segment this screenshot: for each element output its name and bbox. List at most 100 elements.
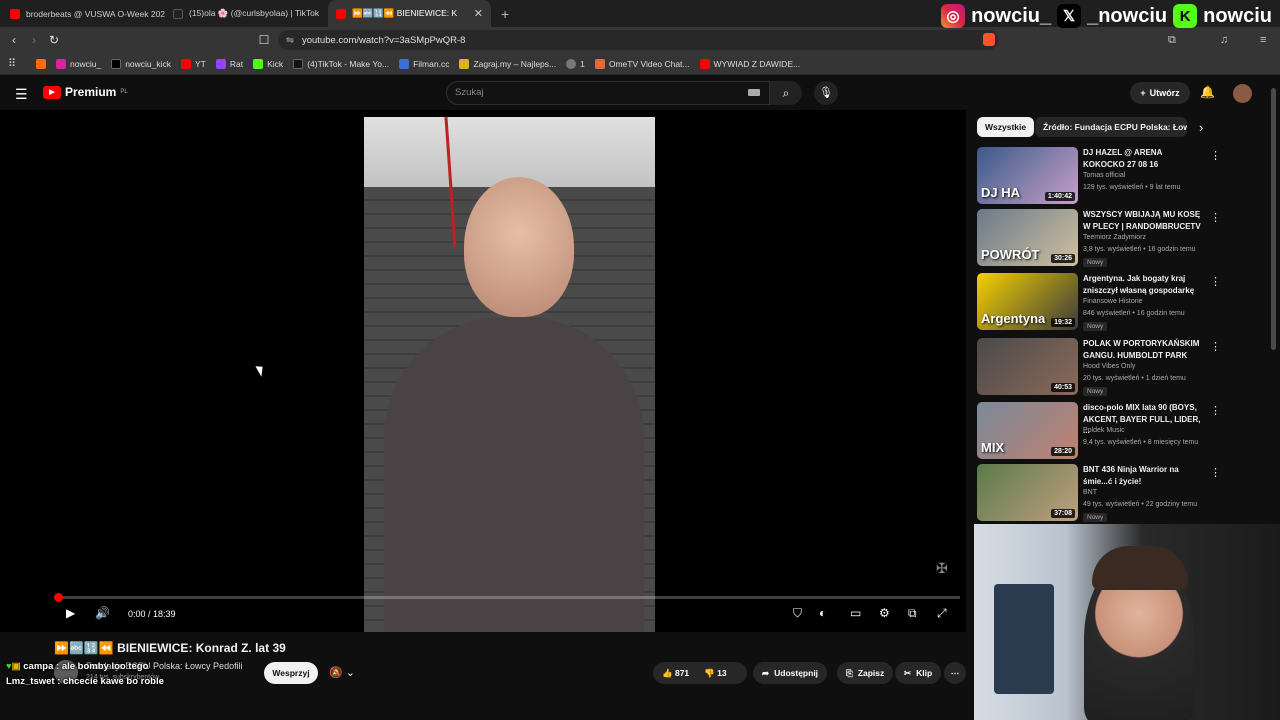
search-button[interactable]: ⌕: [770, 81, 802, 105]
miniplayer-icon[interactable]: ⧉: [908, 606, 917, 621]
browser-tab-active[interactable]: ⏩🔤🔢⏪ BIENIEWICE: Konrad Z. ✕: [328, 0, 491, 27]
close-tab-icon[interactable]: ✕: [474, 7, 483, 20]
bookmark-item[interactable]: OmeTV Video Chat...: [594, 58, 690, 69]
chip-all[interactable]: Wszystkie: [977, 117, 1035, 137]
fullscreen-icon[interactable]: ⤢: [937, 606, 947, 621]
reload-icon[interactable]: ↻: [44, 33, 64, 47]
recommendation-item[interactable]: Argentyna 19:32 Argentyna. Jak bogaty kraj…: [977, 273, 1277, 333]
more-options-icon[interactable]: ⋮: [1210, 404, 1221, 417]
instagram-handle: nowciu_: [971, 4, 1052, 27]
bookmark-item[interactable]: YT: [181, 58, 206, 69]
bookmark-item[interactable]: 1: [566, 58, 585, 69]
autoplay-toggle-icon[interactable]: ◐: [819, 606, 826, 620]
search-input[interactable]: Szukaj: [446, 81, 770, 105]
address-bar-row: ‹ › ↻ ☐ ⇋ youtube.com/watch?v=3aSMpPwQR-…: [0, 27, 1280, 53]
more-options-icon[interactable]: ⋮: [1210, 149, 1221, 162]
bookmark-item[interactable]: WYWIAD Z DAWIDE...: [699, 58, 800, 69]
recommendation-channel[interactable]: Poldek Music: [1083, 427, 1125, 434]
bookmark-item[interactable]: Zagraj.my – Najleps...: [459, 58, 556, 69]
like-button[interactable]: 👍 871: [662, 668, 689, 679]
bookmark-item[interactable]: Kick: [253, 58, 283, 69]
recommendation-thumbnail[interactable]: DJ HA 1:40:42: [977, 147, 1078, 204]
progress-bar[interactable]: [54, 593, 960, 602]
recommendation-item[interactable]: 37:08 BNT 436 Ninja Warrior na śmie...ć i…: [977, 464, 1277, 524]
recommendation-item[interactable]: DJ HA 1:40:42 DJ HAZEL @ ARENA KOKOCKO 27 …: [977, 147, 1277, 207]
play-icon[interactable]: ▶: [66, 606, 75, 620]
recommendation-item[interactable]: MIX 28:20 disco-polo MIX lata 90 (BOYS, AK…: [977, 402, 1277, 462]
progress-scrubber[interactable]: [54, 593, 63, 602]
more-actions-button[interactable]: ⋯: [944, 662, 966, 684]
more-options-icon[interactable]: ⋮: [1210, 211, 1221, 224]
recommendation-title[interactable]: WSZYSCY WBIJAJĄ MU KOSĘ W PLECY | RANDOM…: [1083, 209, 1203, 232]
site-info-icon[interactable]: ⇋: [286, 35, 294, 46]
more-options-icon[interactable]: ⋮: [1210, 275, 1221, 288]
settings-gear-icon[interactable]: ⚙: [879, 606, 890, 620]
notifications-bell-icon[interactable]: 🔔: [1200, 85, 1215, 99]
recommendation-thumbnail[interactable]: 37:08: [977, 464, 1078, 521]
create-button[interactable]: + Utwórz: [1130, 82, 1190, 104]
new-tab-button[interactable]: +: [501, 6, 509, 22]
voice-search-button[interactable]: 🎙: [814, 81, 838, 105]
youtube-logo[interactable]: ▶ Premium PL: [43, 85, 128, 99]
duration-badge: 30:26: [1051, 254, 1075, 263]
bookmark-icon[interactable]: ☐: [254, 33, 274, 47]
clip-button[interactable]: ✂ Klip: [895, 662, 942, 684]
subtitles-icon[interactable]: ▭: [850, 606, 861, 620]
url-field[interactable]: ⇋ youtube.com/watch?v=3aSMpPwQR-8: [278, 30, 998, 50]
save-button[interactable]: ⎘ Zapisz: [837, 662, 894, 684]
recommendation-channel[interactable]: Hood Vibes Only: [1083, 363, 1135, 370]
extensions-icon[interactable]: ⧉: [1168, 34, 1176, 47]
bookmark-item[interactable]: nowciu_: [56, 58, 101, 69]
recommendation-title[interactable]: DJ HAZEL @ ARENA KOKOCKO 27 08 16: [1083, 147, 1203, 170]
recommendation-item[interactable]: 40:53 POLAK W PORTORYKAŃSKIM GANGU. HUMBO…: [977, 338, 1277, 398]
recommendation-channel[interactable]: BNT: [1083, 489, 1097, 496]
chips-next-icon[interactable]: ›: [1199, 120, 1203, 135]
account-avatar[interactable]: [1233, 84, 1252, 103]
notification-bell-off-icon[interactable]: 🔕 ⌄: [329, 666, 355, 679]
video-player[interactable]: ▶ 🔊 0:00 / 18:39 ⛉ ◐ ▭ ⚙ ⧉ ⤢ ✠: [0, 110, 966, 632]
bookmark-label: (4)TikTok - Make Yo...: [307, 58, 390, 69]
youtube-icon: [181, 58, 192, 69]
recommendation-item[interactable]: POWRÓT 30:26 WSZYSCY WBIJAJĄ MU KOSĘ W PLE…: [977, 209, 1277, 269]
menu-icon[interactable]: ≡: [1260, 34, 1266, 46]
video-title: ⏩🔤🔢⏪ BIENIEWICE: Konrad Z. lat 39: [54, 641, 286, 655]
page-scrollbar[interactable]: [1271, 88, 1276, 350]
browser-tab[interactable]: broderbeats @ VUSWA O-Week 2024: [2, 0, 165, 27]
thumbnail-text: MIX: [981, 440, 1005, 455]
bookmark-item[interactable]: [36, 58, 46, 69]
recommendation-thumbnail[interactable]: POWRÓT 30:26: [977, 209, 1078, 266]
chip-source-channel[interactable]: Źródło: Fundacja ECPU Polska: Łowcy: [1035, 117, 1187, 137]
recommendation-title[interactable]: POLAK W PORTORYKAŃSKIM GANGU. HUMBOLDT P…: [1083, 338, 1203, 361]
volume-icon[interactable]: 🔊: [95, 606, 110, 620]
bookmark-item[interactable]: nowciu_kick: [111, 58, 171, 69]
recommendation-channel[interactable]: Teemiorz Zadymiorz: [1083, 234, 1146, 241]
forward-icon[interactable]: ›: [24, 33, 44, 47]
back-icon[interactable]: ‹: [4, 33, 24, 47]
bookmark-item[interactable]: Rat: [215, 58, 243, 69]
youtube-favicon-icon: [10, 8, 20, 19]
bookmark-item[interactable]: (4)TikTok - Make Yo...: [293, 58, 390, 69]
webcam-overlay: [974, 524, 1280, 720]
dislike-button[interactable]: 👎 13: [704, 668, 726, 679]
recommendation-title[interactable]: Argentyna. Jak bogaty kraj zniszczył wła…: [1083, 273, 1203, 296]
more-options-icon[interactable]: ⋮: [1210, 466, 1221, 479]
recommendation-thumbnail[interactable]: Argentyna 19:32: [977, 273, 1078, 330]
video-person-body: [384, 317, 644, 632]
brave-shield-icon[interactable]: [983, 33, 995, 46]
share-button[interactable]: ➦ Udostępnij: [753, 662, 828, 684]
media-icon[interactable]: ♫: [1220, 34, 1228, 46]
recommendation-channel[interactable]: Tomas official: [1083, 172, 1125, 179]
keyboard-icon[interactable]: [748, 89, 760, 96]
browser-tab[interactable]: (15)ola 🌸 (@curlsbyolaa) | TikTok: [165, 0, 328, 27]
recommendation-title[interactable]: BNT 436 Ninja Warrior na śmie...ć i życi…: [1083, 464, 1203, 487]
apps-grid-icon[interactable]: ⠿: [8, 57, 16, 70]
sponsor-shield-icon[interactable]: ⛉: [793, 606, 802, 621]
more-options-icon[interactable]: ⋮: [1210, 340, 1221, 353]
recommendation-channel[interactable]: Finansowe Historie: [1083, 298, 1143, 305]
hamburger-menu-icon[interactable]: ☰: [15, 86, 28, 103]
support-button[interactable]: Wesprzyj: [264, 662, 318, 684]
recommendation-thumbnail[interactable]: MIX 28:20: [977, 402, 1078, 459]
bookmark-item[interactable]: Filman.cc: [399, 58, 449, 69]
recommendation-thumbnail[interactable]: 40:53: [977, 338, 1078, 395]
bookmark-favicon-icon: [36, 58, 46, 69]
